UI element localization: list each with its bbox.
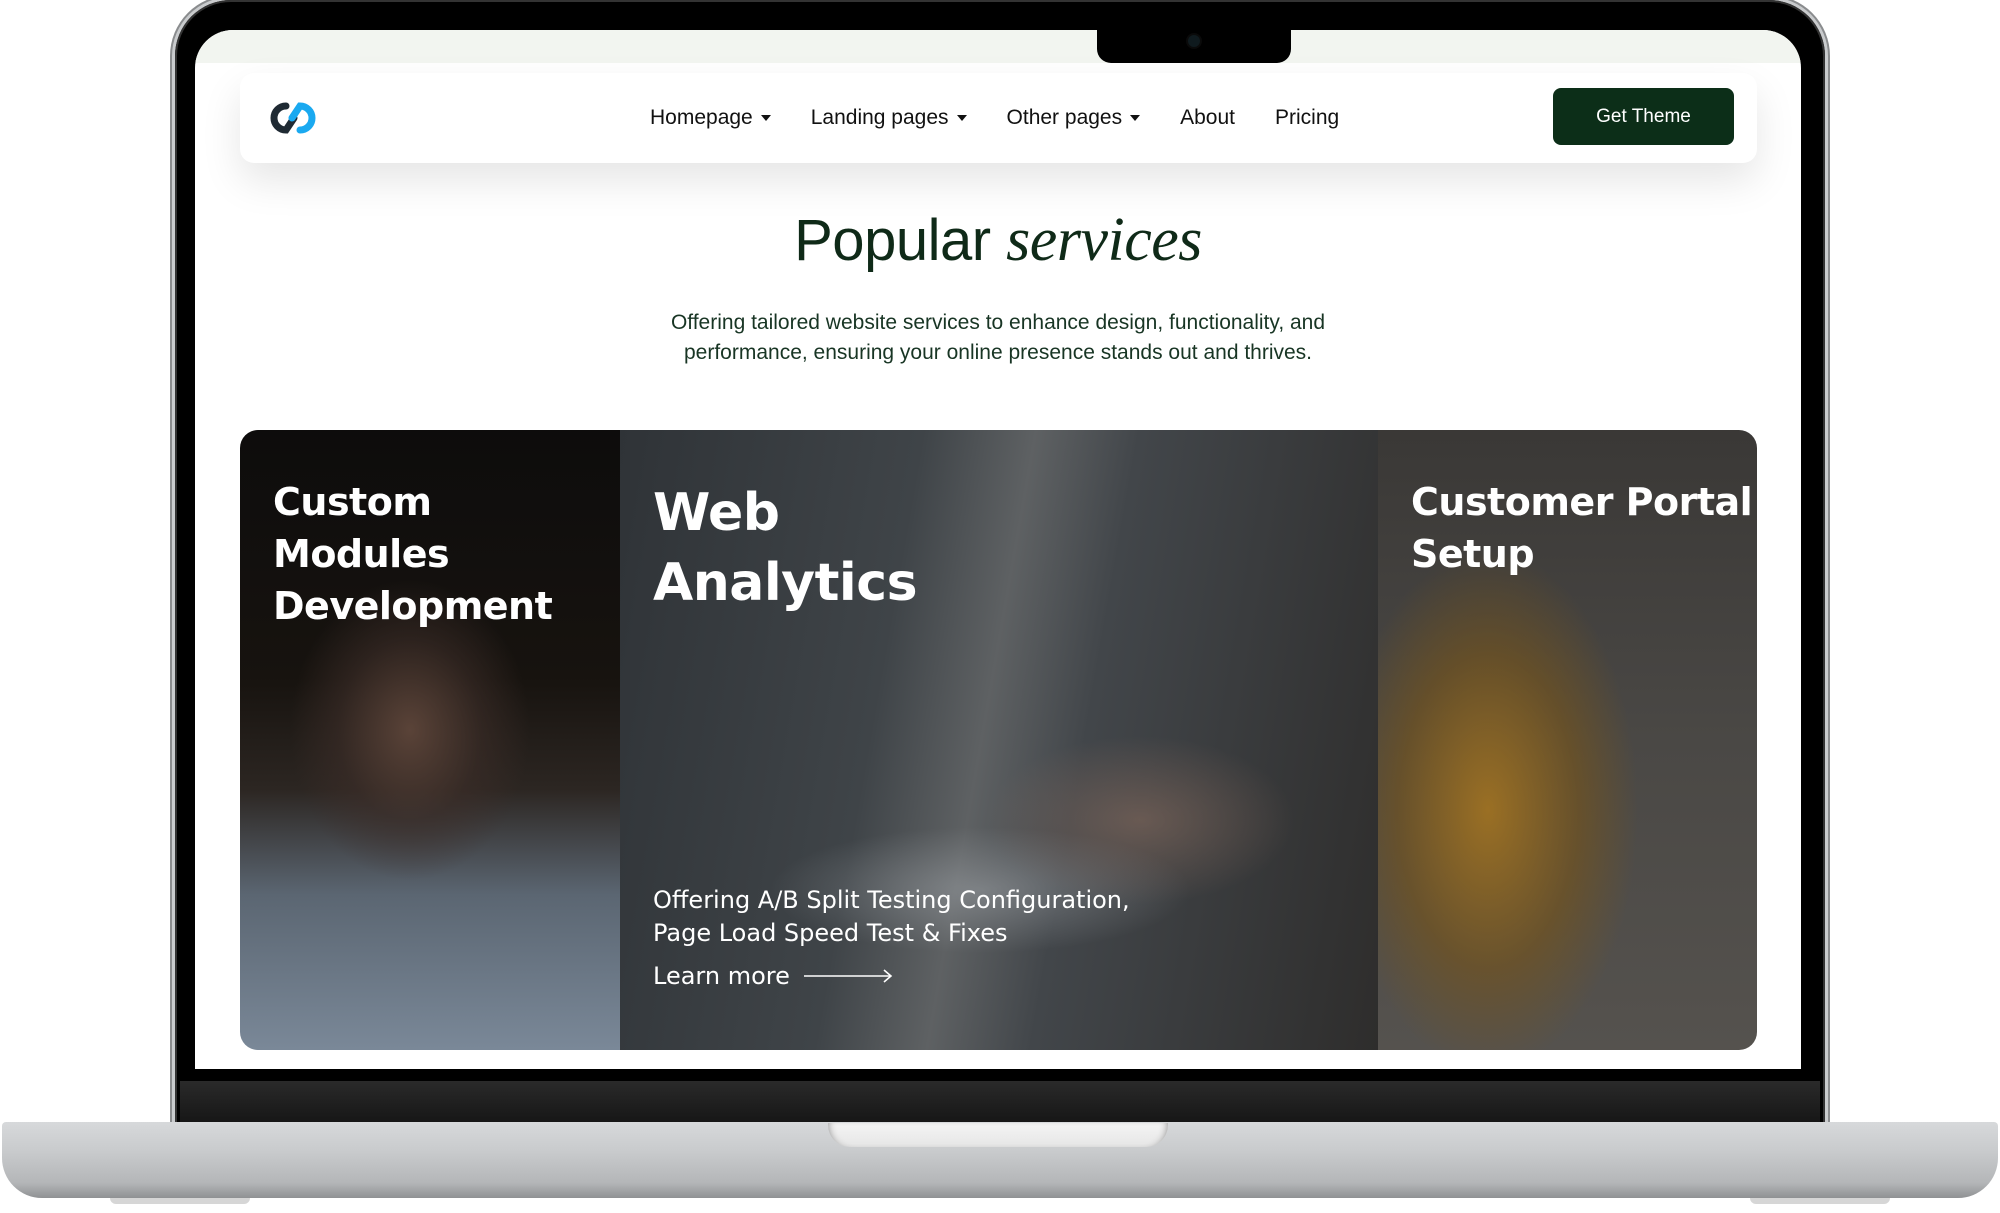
card-description: Offering A/B Split Testing Configuration… (653, 884, 1130, 950)
card-title-line: Customer Portal (1411, 480, 1753, 524)
card-title-line: Setup (1411, 532, 1535, 576)
logo-icon[interactable] (260, 94, 326, 142)
card-title-line: Custom Modules (273, 480, 450, 576)
card-web-analytics[interactable]: Web Analytics Offering A/B Split Testing… (620, 430, 1378, 1050)
card-customer-portal[interactable]: Customer Portal Setup (1378, 430, 1757, 1050)
laptop-hinge (180, 1081, 1820, 1123)
learn-more-label: Learn more (653, 962, 790, 990)
learn-more-link[interactable]: Learn more (653, 962, 894, 990)
nav-item-pricing[interactable]: Pricing (1275, 106, 1339, 130)
nav-item-label: Pricing (1275, 106, 1340, 129)
laptop-bezel-bottom (195, 1069, 1801, 1081)
caret-down-icon (956, 115, 967, 121)
laptop-base-notch (828, 1123, 1168, 1147)
card-title: Customer Portal Setup (1411, 476, 1753, 580)
section-title: Popular services (195, 205, 1801, 276)
title-italic: services (1006, 206, 1202, 274)
title-plain: Popular (794, 208, 991, 273)
services-cards: Custom Modules Development Web Analytics… (240, 430, 1757, 1050)
top-strip (195, 30, 1801, 63)
camera-notch (1097, 30, 1291, 63)
nav-item-label: Homepage (650, 106, 753, 129)
card-custom-modules[interactable]: Custom Modules Development (240, 430, 620, 1050)
card-title: Custom Modules Development (273, 476, 620, 632)
nav-item-landing-pages[interactable]: Landing pages (811, 106, 967, 130)
nav-item-other-pages[interactable]: Other pages (1007, 106, 1141, 130)
section-subtitle: Offering tailored website services to en… (195, 308, 1801, 368)
card-desc-line: Page Load Speed Test & Fixes (653, 919, 1008, 947)
nav-item-homepage[interactable]: Homepage (650, 106, 771, 130)
laptop-foot-left (110, 1198, 250, 1204)
nav-menu: Homepage Landing pages Other pages About… (650, 73, 1379, 163)
subtitle-line: performance, ensuring your online presen… (683, 341, 1313, 364)
card-title-line: Analytics (653, 553, 918, 613)
card-title-line: Web (653, 483, 780, 543)
laptop-foot-right (1750, 1198, 1890, 1204)
nav-item-label: Other pages (1006, 106, 1123, 129)
camera-icon (1188, 35, 1200, 47)
subtitle-line: Offering tailored website services to en… (670, 311, 1326, 334)
arrow-right-icon (803, 969, 893, 983)
nav-item-label: Landing pages (810, 106, 949, 129)
caret-down-icon (1130, 115, 1141, 121)
caret-down-icon (760, 115, 771, 121)
card-title-line: Development (273, 584, 553, 628)
card-desc-line: Offering A/B Split Testing Configuration… (653, 886, 1130, 914)
laptop-screen: Homepage Landing pages Other pages About… (195, 30, 1801, 1069)
nav-item-label: About (1180, 106, 1235, 129)
get-theme-button[interactable]: Get Theme (1553, 88, 1734, 145)
navbar: Homepage Landing pages Other pages About… (240, 73, 1757, 163)
nav-item-about[interactable]: About (1180, 106, 1235, 130)
card-title: Web Analytics (653, 478, 918, 618)
